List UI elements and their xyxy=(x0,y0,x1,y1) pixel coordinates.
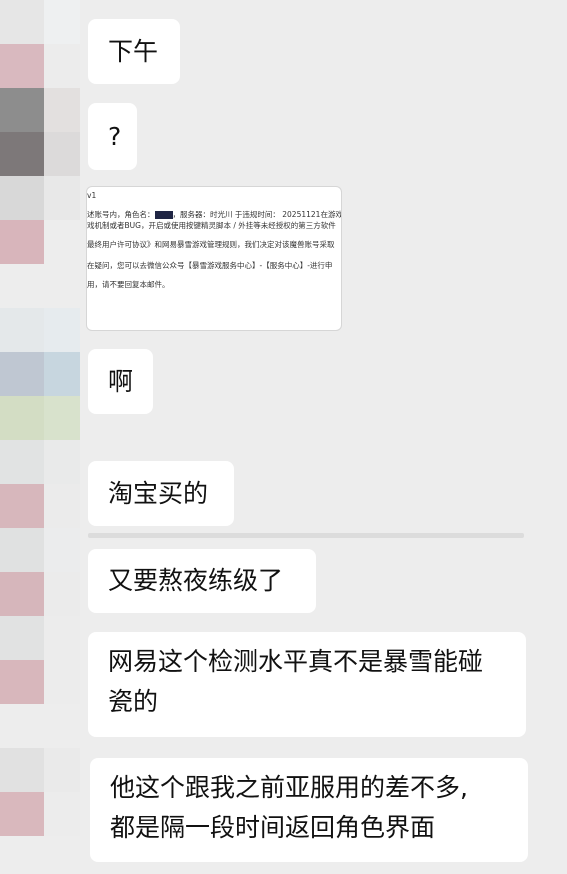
message-text: 都是隔一段时间返回角色界面 xyxy=(110,813,436,842)
avatar-blur xyxy=(44,132,80,176)
message-bubble[interactable]: 下午 xyxy=(88,19,180,84)
avatar-blur xyxy=(44,352,80,396)
avatar-blur xyxy=(44,616,80,660)
screenshot-text: 戏机制或者BUG，开启或使用按键精灵脚本 / 外挂等未经授权的第三方软件 xyxy=(87,221,336,230)
screenshot-text: 用，请不要回复本邮件。 xyxy=(87,280,170,289)
screenshot-text: 最终用户许可协议》和网易暴雪游戏管理规则，我们决定对该魔兽账号采取 xyxy=(87,240,335,249)
avatar[interactable] xyxy=(0,176,44,220)
message-bubble[interactable]: 啊 xyxy=(88,349,153,414)
avatar-blur xyxy=(44,660,80,704)
avatar-blur xyxy=(44,440,80,484)
bubble-shadow xyxy=(88,533,524,538)
avatar-blur xyxy=(44,396,80,440)
avatar[interactable] xyxy=(0,528,44,572)
avatar[interactable] xyxy=(0,748,44,792)
avatar[interactable] xyxy=(0,616,44,660)
avatar[interactable] xyxy=(0,484,44,528)
avatar-blur xyxy=(44,0,80,44)
avatar[interactable] xyxy=(0,308,44,352)
message-text: 网易这个检测水平真不是暴雪能碰 xyxy=(108,647,484,676)
message-bubble[interactable]: 淘宝买的 xyxy=(88,461,234,526)
avatar-blur xyxy=(44,88,80,132)
avatar[interactable] xyxy=(0,352,44,396)
message-bubble[interactable]: 又要熬夜练级了 xyxy=(88,549,316,613)
screenshot-text: v1 xyxy=(87,191,97,200)
avatar-blur xyxy=(44,792,80,836)
message-text: 他这个跟我之前亚服用的差不多, xyxy=(110,773,468,802)
message-text: 瓷的 xyxy=(108,687,159,716)
redaction-block xyxy=(154,211,173,219)
avatar[interactable] xyxy=(0,0,44,44)
avatar-blur xyxy=(44,748,80,792)
avatar-blur xyxy=(44,308,80,352)
message-text: 又要熬夜练级了 xyxy=(108,566,284,595)
avatar-blur xyxy=(44,44,80,88)
message-bubble[interactable]: ? xyxy=(88,103,137,170)
avatar[interactable] xyxy=(0,396,44,440)
avatar[interactable] xyxy=(0,44,44,88)
avatar-column xyxy=(0,0,80,874)
image-message[interactable]: v1 述账号内，角色名： ，服务器：时光川 于违规时间： 20251121在游戏 … xyxy=(86,186,342,331)
avatar[interactable] xyxy=(0,572,44,616)
avatar-blur xyxy=(44,528,80,572)
message-text: 下午 xyxy=(108,36,159,66)
avatar[interactable] xyxy=(0,440,44,484)
avatar[interactable] xyxy=(0,220,44,264)
avatar-blur xyxy=(44,220,80,264)
avatar[interactable] xyxy=(0,132,44,176)
message-text: 淘宝买的 xyxy=(108,478,209,508)
avatar[interactable] xyxy=(0,660,44,704)
message-text: ? xyxy=(108,121,122,151)
avatar-blur xyxy=(44,176,80,220)
avatar-blur xyxy=(44,572,80,616)
screenshot-text: 述账号内，角色名： ，服务器：时光川 于违规时间： 20251121在游戏 xyxy=(87,210,342,219)
screenshot-text: 在疑问，您可以去微信公众号【暴雪游戏服务中心】-【服务中心】-进行申 xyxy=(87,261,333,270)
message-text: 啊 xyxy=(108,366,134,396)
message-bubble[interactable]: 他这个跟我之前亚服用的差不多, 都是隔一段时间返回角色界面 xyxy=(90,758,528,862)
avatar-blur xyxy=(44,484,80,528)
message-bubble[interactable]: 网易这个检测水平真不是暴雪能碰 瓷的 xyxy=(88,632,526,737)
avatar[interactable] xyxy=(0,792,44,836)
avatar[interactable] xyxy=(0,88,44,132)
